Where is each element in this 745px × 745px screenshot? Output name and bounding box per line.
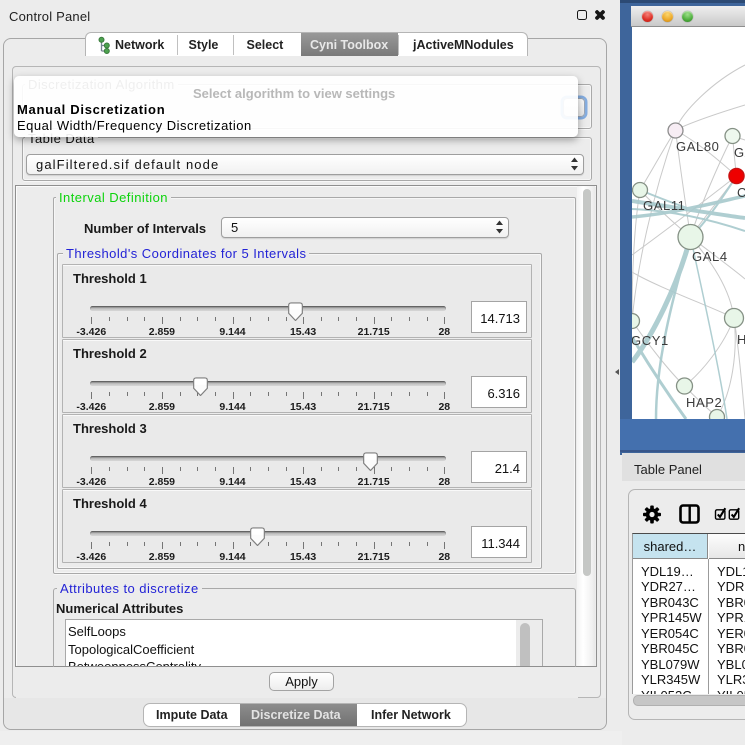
svg-text:H: H [737, 332, 745, 347]
svg-text:GAL80: GAL80 [676, 139, 719, 154]
svg-text:HAP2: HAP2 [686, 395, 722, 410]
svg-text:GAL11: GAL11 [643, 198, 686, 213]
svg-text:C: C [737, 185, 745, 200]
svg-text:GAL4: GAL4 [692, 249, 728, 264]
svg-text:GA: GA [734, 145, 745, 160]
svg-text:GCY1: GCY1 [632, 333, 669, 348]
